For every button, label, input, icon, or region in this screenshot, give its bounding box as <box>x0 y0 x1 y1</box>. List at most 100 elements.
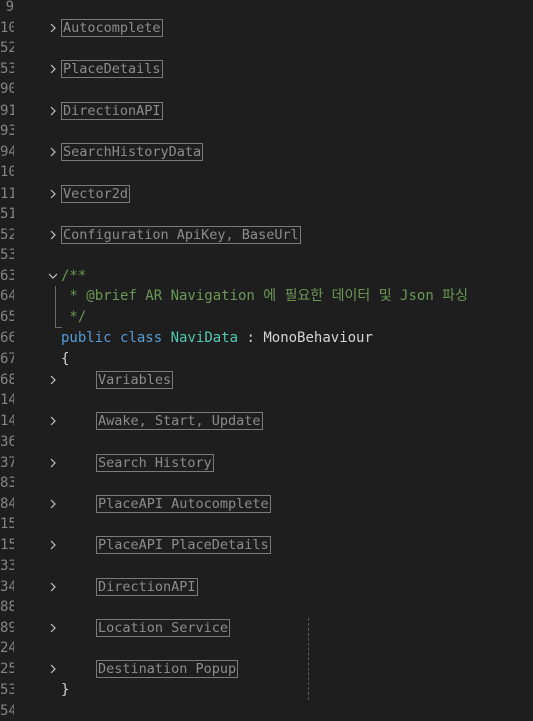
chevron-right-icon[interactable] <box>46 142 60 162</box>
line-number: 90 <box>0 81 14 97</box>
chevron-right-icon[interactable] <box>46 370 60 390</box>
chevron-right-icon[interactable] <box>46 494 60 514</box>
chevron-right-icon[interactable] <box>46 618 60 638</box>
chevron-right-icon[interactable] <box>46 577 60 597</box>
code-line: 14 Awake, Start, Update <box>0 411 533 431</box>
code-line: 10 <box>0 162 533 182</box>
code-line: 93 <box>0 121 533 141</box>
line-number: 89 <box>0 620 14 636</box>
region-placeapi-autocomplete[interactable]: PlaceAPI Autocomplete <box>96 495 271 513</box>
line-number: 36 <box>0 434 14 450</box>
code-line: 66 public class NaviData : MonoBehaviour <box>0 328 533 348</box>
line-number: 54 <box>0 703 14 719</box>
code-line: 33 <box>0 556 533 576</box>
chevron-right-icon[interactable] <box>46 535 60 555</box>
line-number: 68 <box>0 372 14 388</box>
code-line: 90 <box>0 79 533 99</box>
chevron-right-icon[interactable] <box>46 59 60 79</box>
line-number: 64 <box>0 288 14 304</box>
chevron-down-icon[interactable] <box>46 266 60 286</box>
colon-token: : <box>238 330 264 346</box>
code-line: 83 <box>0 473 533 493</box>
keyword-class: class <box>120 330 163 346</box>
chevron-right-icon[interactable] <box>46 659 60 679</box>
chevron-right-icon[interactable] <box>46 453 60 473</box>
line-number: 63 <box>0 268 14 284</box>
line-number: 10 <box>0 164 14 180</box>
chevron-right-icon[interactable] <box>46 101 60 121</box>
code-line: 37 Search History <box>0 453 533 473</box>
line-number: 84 <box>0 496 14 512</box>
line-number: 93 <box>0 123 14 139</box>
region-location-service[interactable]: Location Service <box>96 619 231 637</box>
code-line: 94 SearchHistoryData <box>0 142 533 162</box>
code-line: 10 Autocomplete <box>0 18 533 38</box>
line-number: 88 <box>0 599 14 615</box>
region-awake-start-update[interactable]: Awake, Start, Update <box>96 412 263 430</box>
line-number: 33 <box>0 558 14 574</box>
code-line: 15 PlaceAPI PlaceDetails <box>0 535 533 555</box>
code-line: 52 Configuration ApiKey, BaseUrl <box>0 225 533 245</box>
code-line: 91 DirectionAPI <box>0 101 533 121</box>
line-number: 66 <box>0 330 14 346</box>
code-line: 63 /** <box>0 266 533 286</box>
folded-region-configuration[interactable]: Configuration ApiKey, BaseUrl <box>61 226 301 244</box>
code-line: 64 * @brief AR Navigation 에 필요한 데이터 및 Js… <box>0 286 533 306</box>
keyword-public: public <box>61 330 112 346</box>
line-number: 53 <box>0 247 14 263</box>
code-line: 53 <box>0 245 533 265</box>
folded-region-vector2d[interactable]: Vector2d <box>61 185 131 203</box>
line-number: 9 <box>5 0 14 15</box>
line-number: 10 <box>0 20 14 36</box>
folded-region-searchhistorydata[interactable]: SearchHistoryData <box>61 143 204 161</box>
chevron-right-icon[interactable] <box>46 184 60 204</box>
base-class-name: MonoBehaviour <box>263 330 373 346</box>
region-search-history[interactable]: Search History <box>96 454 214 472</box>
code-line: 9 <box>0 0 533 17</box>
line-number: 65 <box>0 309 14 325</box>
code-line: 11 Vector2d <box>0 184 533 204</box>
code-line: 53 PlaceDetails <box>0 59 533 79</box>
line-number: 14 <box>0 413 14 429</box>
line-number: 53 <box>0 682 14 698</box>
folded-region-autocomplete[interactable]: Autocomplete <box>61 19 163 37</box>
region-placeapi-placedetails[interactable]: PlaceAPI PlaceDetails <box>96 536 271 554</box>
region-variables[interactable]: Variables <box>96 371 174 389</box>
line-number: 25 <box>0 661 14 677</box>
chevron-right-icon[interactable] <box>46 18 60 38</box>
region-directionapi[interactable]: DirectionAPI <box>96 578 198 596</box>
line-number: 15 <box>0 537 14 553</box>
close-brace: } <box>61 682 70 698</box>
line-number: 52 <box>0 40 14 56</box>
line-number: 11 <box>0 186 14 202</box>
code-line: 34 DirectionAPI <box>0 577 533 597</box>
code-line: 24 <box>0 638 533 658</box>
line-number: 53 <box>0 61 14 77</box>
chevron-right-icon[interactable] <box>46 225 60 245</box>
folded-region-placedetails[interactable]: PlaceDetails <box>61 60 163 78</box>
code-editor[interactable]: 9 10 Autocomplete 52 53 PlaceDetails 90 … <box>0 0 533 719</box>
class-declaration: public class NaviData : MonoBehaviour <box>61 328 373 348</box>
folded-region-directionapi[interactable]: DirectionAPI <box>61 102 163 120</box>
line-number: 24 <box>0 640 14 656</box>
fold-guide-line <box>55 286 56 327</box>
line-number: 91 <box>0 103 14 119</box>
code-line: 53 } <box>0 680 533 700</box>
code-line: 88 <box>0 597 533 617</box>
doc-comment-close: */ <box>61 309 87 325</box>
line-number: 51 <box>0 206 14 222</box>
code-line: 89 Location Service <box>0 618 533 638</box>
chevron-right-icon[interactable] <box>46 411 60 431</box>
line-number: 83 <box>0 475 14 491</box>
doc-comment-brief: * @brief AR Navigation 에 필요한 데이터 및 Json … <box>61 288 468 304</box>
doc-comment-open: /** <box>61 268 87 284</box>
line-number: 67 <box>0 351 14 367</box>
code-line: 67 { <box>0 349 533 369</box>
line-number: 52 <box>0 227 14 243</box>
code-line: 15 <box>0 514 533 534</box>
region-destination-popup[interactable]: Destination Popup <box>96 660 239 678</box>
code-line: 68 Variables <box>0 370 533 390</box>
line-number: 34 <box>0 579 14 595</box>
code-line: 25 Destination Popup <box>0 659 533 679</box>
code-line: 51 <box>0 204 533 224</box>
